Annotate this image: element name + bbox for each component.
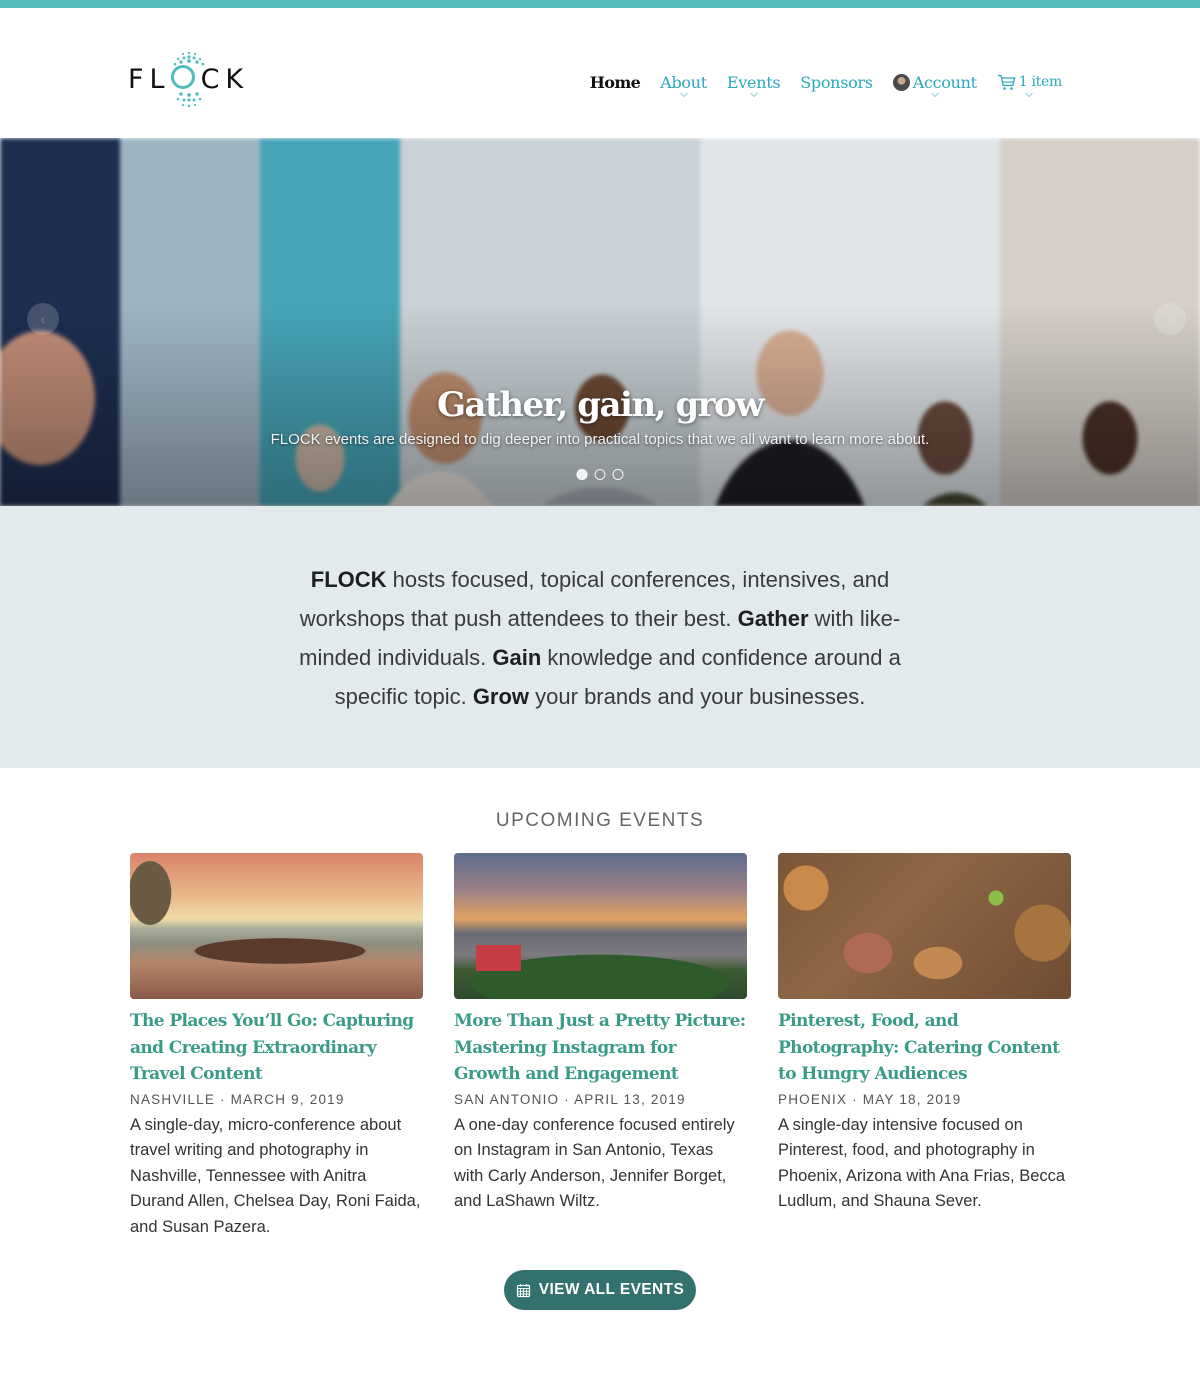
hero-title: Gather, gain, grow <box>437 385 764 425</box>
chevron-down-icon <box>749 92 758 98</box>
top-accent-bar <box>0 0 1200 8</box>
logo-wordmark: FL CK <box>128 64 250 95</box>
main-nav: Home About Events Sponsors Account 1 ite… <box>590 70 1063 98</box>
intro-section: FLOCK hosts focused, topical conferences… <box>0 506 1200 768</box>
nav-events[interactable]: Events <box>726 70 781 98</box>
carousel-indicators <box>576 469 624 480</box>
carousel-dot-3[interactable] <box>612 469 624 480</box>
nav-account[interactable]: Account <box>892 70 977 98</box>
intro-text: FLOCK hosts focused, topical conferences… <box>299 567 901 709</box>
nav-cart-label: 1 item <box>1018 74 1063 90</box>
nav-sponsors[interactable]: Sponsors <box>800 70 873 94</box>
hero-subtitle: FLOCK events are designed to dig deeper … <box>270 431 930 448</box>
carousel-next-button[interactable]: › <box>1154 303 1186 335</box>
event-location-date: SAN ANTONIO · APRIL 13, 2019 <box>454 1091 686 1107</box>
chevron-down-icon <box>930 92 939 98</box>
event-title-link[interactable]: The Places You’ll Go: Capturing and Crea… <box>130 1008 423 1088</box>
nav-cart[interactable]: 1 item <box>997 70 1063 98</box>
view-all-events-label: VIEW ALL EVENTS <box>538 1281 685 1298</box>
nav-sponsors-label: Sponsors <box>800 72 873 92</box>
nav-home-label: Home <box>589 72 641 92</box>
carousel-prev-button[interactable]: ‹ <box>27 303 59 335</box>
event-cards: The Places You’ll Go: Capturing and Crea… <box>130 853 1200 1240</box>
nav-account-label: Account <box>912 72 977 92</box>
carousel-dot-1[interactable] <box>576 469 588 480</box>
event-title-link[interactable]: Pinterest, Food, and Photography: Cateri… <box>778 1008 1071 1088</box>
event-description: A single-day intensive focused on Pinter… <box>778 1115 1066 1211</box>
hero-caption: Gather, gain, grow FLOCK events are desi… <box>0 383 1200 448</box>
carousel-dot-2[interactable] <box>594 469 606 480</box>
cart-icon <box>997 74 1016 90</box>
hero-carousel: ‹ › Gather, gain, grow FLOCK events are … <box>0 138 1200 506</box>
flock-logo[interactable]: FL CK <box>128 46 254 112</box>
calendar-icon <box>516 1283 530 1297</box>
event-location-date: NASHVILLE · MARCH 9, 2019 <box>130 1091 345 1107</box>
nav-about-label: About <box>660 72 707 92</box>
event-title-link[interactable]: More Than Just a Pretty Picture: Masteri… <box>454 1008 747 1088</box>
event-description: A single-day, micro-conference about tra… <box>130 1115 421 1236</box>
chevron-right-icon: › <box>1167 311 1173 327</box>
event-image[interactable] <box>778 853 1071 999</box>
upcoming-events-section: UPCOMING EVENTS The Places You’ll Go: Ca… <box>0 768 1200 1352</box>
nav-home[interactable]: Home <box>590 70 641 94</box>
nav-events-label: Events <box>726 72 781 92</box>
chevron-down-icon <box>1025 92 1034 98</box>
avatar <box>892 73 910 91</box>
event-card: Pinterest, Food, and Photography: Cateri… <box>778 853 1071 1240</box>
event-image[interactable] <box>130 853 423 999</box>
event-card: The Places You’ll Go: Capturing and Crea… <box>130 853 423 1240</box>
chevron-down-icon <box>679 92 688 98</box>
event-description: A one-day conference focused entirely on… <box>454 1115 735 1211</box>
site-header: FLCK Home About Events Sponsors Account <box>0 8 1200 138</box>
event-card: More Than Just a Pretty Picture: Masteri… <box>454 853 747 1240</box>
event-location-date: PHOENIX · MAY 18, 2019 <box>778 1091 962 1107</box>
view-all-events-button[interactable]: VIEW ALL EVENTS <box>503 1270 697 1310</box>
event-image[interactable] <box>454 853 747 999</box>
nav-about[interactable]: About <box>660 70 707 98</box>
chevron-left-icon: ‹ <box>40 311 46 327</box>
section-title: UPCOMING EVENTS <box>495 810 705 831</box>
